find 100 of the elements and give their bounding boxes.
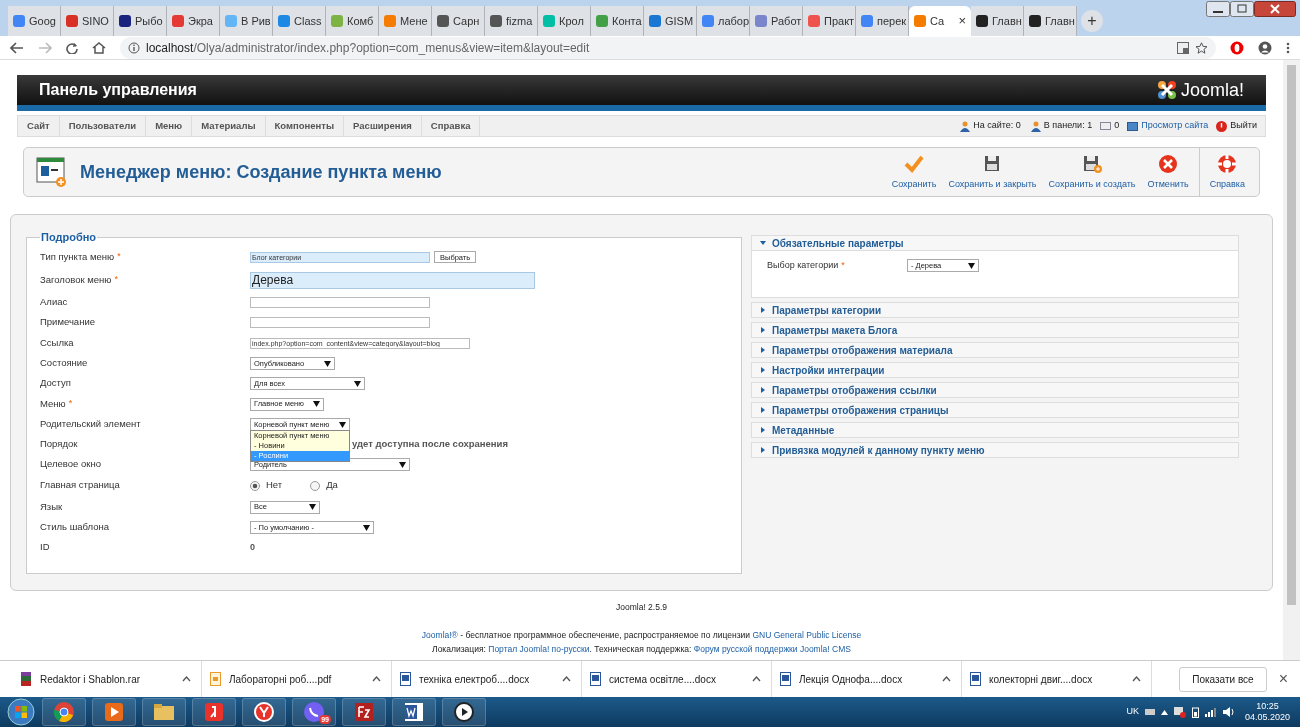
accordion-header[interactable]: Параметры отображения ссылки — [751, 382, 1239, 398]
accordion-header[interactable]: Настройки интеграции — [751, 362, 1239, 378]
browser-tab[interactable]: Конта — [591, 6, 644, 36]
browser-tab[interactable]: Комб — [326, 6, 379, 36]
accordion-header[interactable]: Метаданные — [751, 422, 1239, 438]
accordion-header[interactable]: Параметры отображения страницы — [751, 402, 1239, 418]
browser-tab[interactable]: В Рив — [220, 6, 273, 36]
chevron-up-icon — [1132, 676, 1141, 682]
network-icon[interactable] — [1173, 706, 1186, 718]
browser-tab[interactable]: Сарн — [432, 6, 485, 36]
opera-icon[interactable] — [1230, 40, 1244, 55]
menu-item[interactable]: Расширения — [344, 116, 422, 136]
logo-text: Joomla! — [1180, 78, 1244, 102]
taskbar-app[interactable] — [392, 698, 436, 726]
browser-tab[interactable]: fizma — [485, 6, 538, 36]
home-icon[interactable] — [92, 41, 106, 54]
browser-tab[interactable]: Рыбо — [114, 6, 167, 36]
browser-tab[interactable]: Практ — [803, 6, 856, 36]
browser-tab[interactable]: Главн — [971, 6, 1024, 36]
toolbar-button[interactable]: Отменить — [1141, 148, 1195, 196]
address-field[interactable]: localhost/Olya/administrator/index.php?option=com_menus&view=item&layout=edit — [120, 36, 1216, 59]
status-text: В панели: 1 — [1043, 119, 1093, 133]
back-icon[interactable] — [10, 41, 24, 54]
menu-item[interactable]: Меню — [146, 116, 193, 136]
status-link[interactable]: Выйти — [1230, 119, 1257, 133]
footer-link[interactable]: GNU General Public License — [752, 629, 862, 640]
field-label: Стиль шаблона — [40, 520, 110, 535]
signal-icon[interactable] — [1204, 707, 1217, 717]
browser-tab[interactable]: Goog — [8, 6, 61, 36]
account-icon[interactable] — [1258, 40, 1272, 55]
accordion-header[interactable]: Параметры категории — [751, 302, 1239, 318]
yandex-icon — [203, 701, 225, 723]
browser-tab[interactable]: GISM — [644, 6, 697, 36]
taskbar-app[interactable] — [92, 698, 136, 726]
field-label: Целевое окно — [40, 457, 101, 472]
accordion-header[interactable]: Параметры отображения материала — [751, 342, 1239, 358]
input-field[interactable] — [250, 296, 430, 308]
close-icon[interactable] — [1254, 1, 1296, 17]
status-link[interactable]: Просмотр сайта — [1141, 119, 1209, 133]
dropdown-arrow-icon — [339, 421, 346, 428]
close-tab-button[interactable]: × — [958, 11, 966, 31]
input-field[interactable] — [250, 317, 430, 328]
browser-tab[interactable]: перек — [856, 6, 909, 36]
start-button-icon[interactable] — [6, 698, 36, 726]
menu-item[interactable]: Материалы — [192, 116, 266, 136]
cancel-icon — [1157, 152, 1180, 175]
show-all-button[interactable]: Показати все — [1179, 666, 1267, 692]
menu-item[interactable]: Справка — [421, 116, 481, 136]
battery-icon[interactable] — [1191, 706, 1199, 718]
menu-icon[interactable] — [1286, 41, 1290, 54]
accordion-header[interactable]: Обязательные параметры — [751, 235, 1239, 251]
new-tab-button[interactable]: + — [1081, 10, 1103, 32]
accordion-header[interactable]: Привязка модулей к данному пункту меню — [751, 442, 1239, 458]
caret-up-icon[interactable] — [1160, 709, 1168, 715]
close-button[interactable]: × — [1278, 667, 1288, 691]
clock[interactable]: 10:25 04.05.2020 — [1244, 701, 1290, 723]
browser-tab[interactable]: Экра — [167, 6, 220, 36]
field-label: Ссылка — [40, 335, 74, 350]
browser-tab[interactable]: SINO — [61, 6, 114, 36]
toolbar-button[interactable]: Сохранить и закрыть — [942, 148, 1043, 196]
taskbar-app[interactable] — [342, 698, 386, 726]
required-mark: * — [68, 397, 73, 411]
browser-tab[interactable]: Крол — [538, 6, 591, 36]
footer-link[interactable]: Joomla!® — [421, 629, 458, 640]
browser-tab[interactable]: Class — [273, 6, 326, 36]
browser-tab[interactable]: лабор — [697, 6, 750, 36]
field-label: Выбор категории — [767, 259, 839, 272]
caret-down-icon — [760, 240, 766, 246]
footer-link[interactable]: Форум русской поддержки Joomla! CMS — [693, 643, 851, 654]
play-circle-icon — [453, 701, 475, 723]
field-label: Алиас — [40, 294, 68, 309]
chevron-up-icon — [372, 676, 381, 682]
scrollbar-thumb[interactable] — [1287, 65, 1296, 605]
toolbar-button[interactable]: Сохранить — [885, 148, 943, 196]
scrollbar[interactable] — [1283, 60, 1300, 660]
radio-button[interactable] — [310, 480, 321, 491]
input-field[interactable]: Дерева — [250, 271, 535, 289]
menu-item[interactable]: Пользователи — [59, 116, 147, 136]
footer-link[interactable]: Портал Joomla! по-русски — [488, 643, 590, 654]
required-mark: * — [841, 259, 845, 272]
taskbar-app[interactable] — [242, 698, 286, 726]
minimize-icon[interactable] — [1206, 1, 1230, 17]
speaker-icon[interactable] — [1222, 707, 1235, 717]
browser-tab[interactable]: Работ — [750, 6, 803, 36]
reload-icon[interactable] — [66, 41, 78, 54]
language-indicator[interactable]: UK — [1126, 705, 1139, 719]
toolbar-button[interactable]: Сохранить и создать — [1042, 148, 1142, 196]
maximize-icon[interactable] — [1230, 1, 1254, 17]
accordion-header[interactable]: Параметры макета Блога — [751, 322, 1239, 338]
taskbar-app[interactable] — [192, 698, 236, 726]
taskbar-app[interactable] — [442, 698, 486, 726]
menu-item[interactable]: Сайт — [18, 116, 60, 136]
radio-button[interactable] — [250, 480, 260, 491]
toolbar-button[interactable]: Справка — [1198, 148, 1251, 196]
browser-tab[interactable]: Главн — [1024, 6, 1077, 36]
browser-tab[interactable]: Са × — [909, 6, 971, 36]
browser-tab[interactable]: Мене — [379, 6, 432, 36]
user-icon — [1028, 120, 1041, 132]
chrome-icon — [53, 701, 75, 723]
menu-item[interactable]: Компоненты — [265, 116, 345, 136]
